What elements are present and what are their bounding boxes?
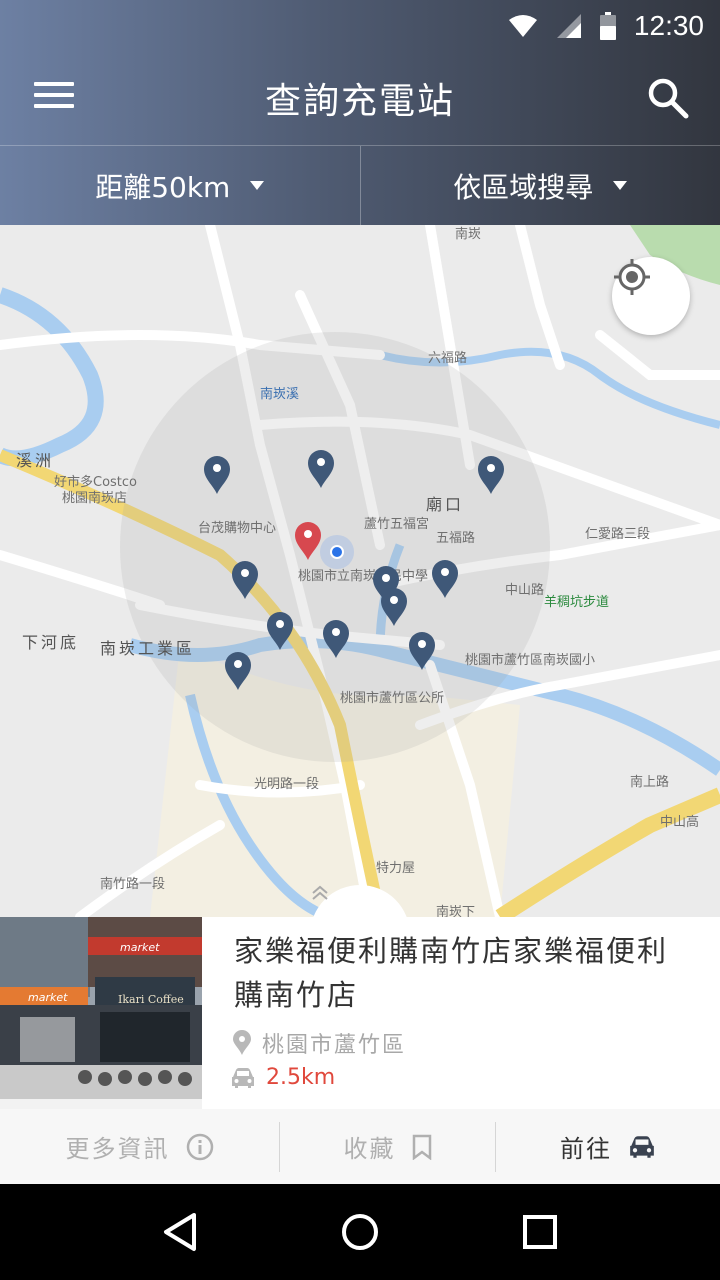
map-label: 廟口	[426, 495, 465, 514]
map-label: 中山高	[660, 815, 700, 830]
favorite-button[interactable]: 收藏	[280, 1121, 496, 1172]
station-pin[interactable]	[307, 449, 335, 489]
station-pin[interactable]	[231, 560, 259, 600]
filter-bar: 距離50km 依區域搜尋	[0, 145, 720, 225]
station-pin[interactable]	[408, 631, 436, 671]
station-pin[interactable]	[203, 455, 231, 495]
recents-button[interactable]	[510, 1202, 570, 1262]
favorite-label: 收藏	[343, 1135, 396, 1163]
map-label: 桃園市立南崁國民中學	[298, 569, 429, 584]
station-address: 桃園市蘆竹區	[262, 1033, 407, 1058]
my-location-button[interactable]	[612, 257, 690, 335]
crosshair-icon	[614, 259, 650, 295]
car-icon	[232, 1067, 254, 1088]
region-filter-label: 依區域搜尋	[453, 170, 594, 204]
bookmark-icon	[412, 1134, 431, 1160]
chevron-down-icon	[613, 181, 628, 190]
distance-filter-dropdown[interactable]: 距離50km	[0, 146, 360, 225]
station-address-row: 桃園市蘆竹區	[232, 1027, 406, 1059]
map-label: 台茂購物中心	[198, 521, 277, 536]
station-photo: market market Ikari Coffee	[0, 917, 202, 1109]
battery-icon	[599, 12, 616, 40]
car-icon	[630, 1135, 654, 1158]
region-filter-dropdown[interactable]: 依區域搜尋	[359, 146, 720, 225]
map-label: 仁愛路三段	[585, 527, 651, 542]
action-bar: 更多資訊 收藏 前往	[0, 1109, 720, 1184]
more-info-label: 更多資訊	[65, 1135, 170, 1163]
navigate-button[interactable]: 前往	[496, 1122, 720, 1172]
station-name: 家樂福便利購南竹店家樂福便利購南竹店	[234, 934, 669, 1012]
station-pin[interactable]	[322, 619, 350, 659]
map-view[interactable]: 南崁 溪洲 好市多Costco 桃園南崁店 台茂購物中心 廟口 蘆竹五福宮 桃園…	[0, 225, 720, 917]
station-pin[interactable]	[431, 559, 459, 599]
search-icon[interactable]	[646, 76, 690, 120]
navigate-label: 前往	[560, 1135, 612, 1163]
map-label: 桃園市蘆竹區南崁國小	[465, 653, 596, 668]
map-label: 特力屋	[376, 861, 416, 876]
station-info-card[interactable]: market market Ikari Coffee 家樂福便利購南竹店家樂福便…	[0, 917, 720, 1109]
more-info-button[interactable]: 更多資訊	[0, 1121, 280, 1172]
signal-icon	[556, 14, 581, 38]
top-app-bar: 查詢充電站	[0, 52, 720, 144]
map-label: 溪洲	[16, 451, 55, 470]
map-label: 南崁工業區	[100, 639, 196, 658]
recents-square-icon	[523, 1215, 557, 1249]
map-label: 桃園南崁店	[62, 491, 128, 506]
map-label: 桃園市蘆竹區公所	[340, 691, 445, 706]
system-nav-bar	[0, 1184, 720, 1280]
map-label: 南崁	[455, 227, 482, 242]
photo-sign-text: market	[120, 941, 160, 954]
photo-sign-text: Ikari Coffee	[118, 993, 184, 1006]
map-label: 南上路	[630, 775, 670, 790]
map-label: 南竹路一段	[100, 877, 166, 892]
current-location-dot	[330, 545, 344, 559]
status-bar: 12:30	[0, 0, 720, 52]
home-circle-icon	[342, 1214, 378, 1250]
photo-sign-text: market	[28, 991, 68, 1004]
map-label: 五福路	[436, 531, 476, 546]
info-icon	[186, 1133, 213, 1160]
station-pin[interactable]	[266, 611, 294, 651]
chevron-up-icon	[312, 885, 328, 900]
map-label: 南崁下	[436, 905, 476, 917]
chevron-down-icon	[250, 181, 265, 190]
map-label: 蘆竹五福宮	[364, 517, 430, 532]
location-pin-icon	[233, 1030, 251, 1055]
selected-station-pin[interactable]	[294, 521, 322, 561]
map-label: 中山路	[505, 583, 545, 598]
map-label: 羊稠坑步道	[544, 595, 610, 610]
station-pin[interactable]	[477, 455, 505, 495]
app-header: 12:30 查詢充電站 距離50km 依區域搜尋	[0, 0, 720, 225]
clock: 12:30	[633, 10, 704, 41]
back-triangle-icon	[164, 1213, 196, 1251]
home-button[interactable]	[330, 1202, 390, 1262]
station-distance-row: 2.5km	[230, 1065, 335, 1090]
map-label: 南崁溪	[260, 387, 300, 402]
station-pin[interactable]	[224, 651, 252, 691]
station-pin[interactable]	[380, 587, 408, 627]
map-label: 下河底	[22, 633, 80, 652]
map-label: 光明路一段	[254, 777, 320, 792]
back-button[interactable]	[150, 1202, 210, 1262]
wifi-icon	[508, 15, 537, 37]
station-distance: 2.5km	[266, 1065, 336, 1090]
distance-filter-label: 距離50km	[95, 170, 231, 204]
map-label: 六福路	[428, 351, 468, 366]
page-title: 查詢充電站	[264, 81, 455, 122]
